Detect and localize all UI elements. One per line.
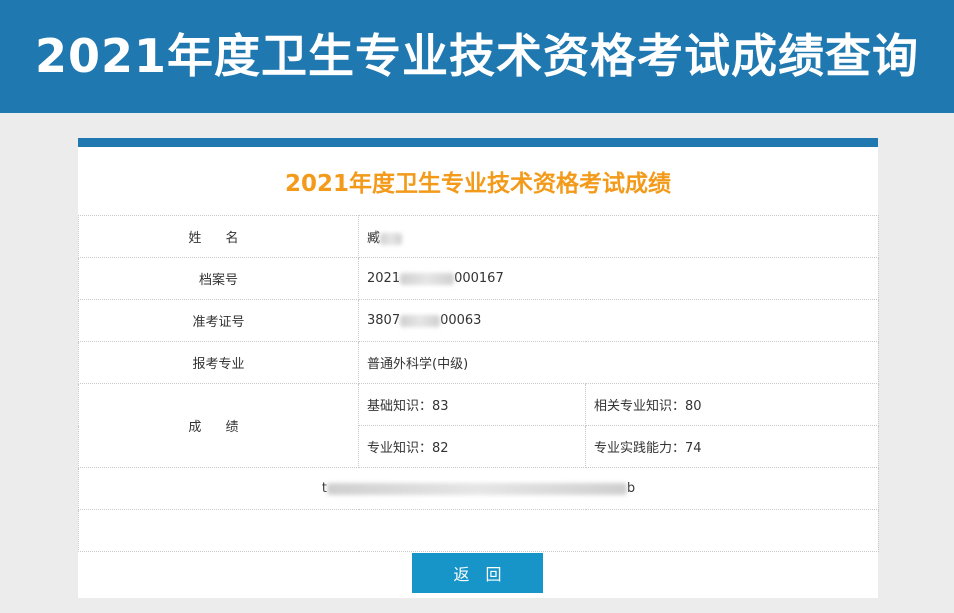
- major-label: 报考专业: [78, 341, 359, 384]
- card-title: 2021年度卫生专业技术资格考试成绩: [284, 171, 671, 197]
- spacer-row: [77, 509, 880, 552]
- file-no-row: 档案号 2021 000167: [78, 257, 880, 300]
- spacer-cell: [77, 509, 880, 552]
- hash-end: b: [626, 481, 636, 496]
- file-no-prefix: 2021: [367, 271, 401, 286]
- redacted-block: [400, 314, 441, 327]
- score-professional: 专业知识：82: [358, 425, 586, 468]
- name-row: 姓 名 臧: [78, 215, 880, 258]
- result-table: 姓 名 臧 档案号 2021 000167 准考证号 3807 00063 报考专业…: [77, 215, 880, 552]
- score-basic: 基础知识：83: [358, 383, 586, 426]
- score-row-1: 成 绩 基础知识：83 相关专业知识：80: [78, 383, 880, 468]
- result-card: 2021年度卫生专业技术资格考试成绩 姓 名 臧 档案号 2021 000167 …: [77, 138, 880, 598]
- major-row: 报考专业 普通外科学(中级): [78, 341, 880, 384]
- page-title: 2021年度卫生专业技术资格考试成绩查询: [34, 28, 920, 83]
- ticket-prefix: 3807: [367, 313, 401, 328]
- name-value: 臧: [357, 215, 880, 258]
- name-text: 臧: [367, 231, 381, 246]
- ticket-value: 3807 00063: [357, 299, 880, 342]
- major-value: 普通外科学(中级): [357, 341, 880, 384]
- redacted-block: [326, 482, 627, 495]
- score-label: 成 绩: [78, 383, 359, 468]
- ticket-label: 准考证号: [78, 299, 359, 342]
- score-practice: 专业实践能力：74: [584, 425, 880, 468]
- redacted-block: [380, 232, 403, 245]
- ticket-row: 准考证号 3807 00063: [78, 299, 880, 342]
- ticket-suffix: 00063: [440, 313, 482, 328]
- hash-value: tb: [77, 467, 880, 510]
- name-label: 姓 名: [78, 215, 359, 258]
- redacted-block: [400, 272, 455, 285]
- back-button[interactable]: 返回: [412, 553, 543, 593]
- file-no-label: 档案号: [78, 257, 359, 300]
- hash-row: tb: [77, 467, 880, 510]
- header-banner: 2021年度卫生专业技术资格考试成绩查询: [0, 0, 954, 113]
- score-related: 相关专业知识：80: [584, 383, 880, 426]
- file-no-suffix: 000167: [454, 271, 504, 286]
- file-no-value: 2021 000167: [357, 257, 880, 300]
